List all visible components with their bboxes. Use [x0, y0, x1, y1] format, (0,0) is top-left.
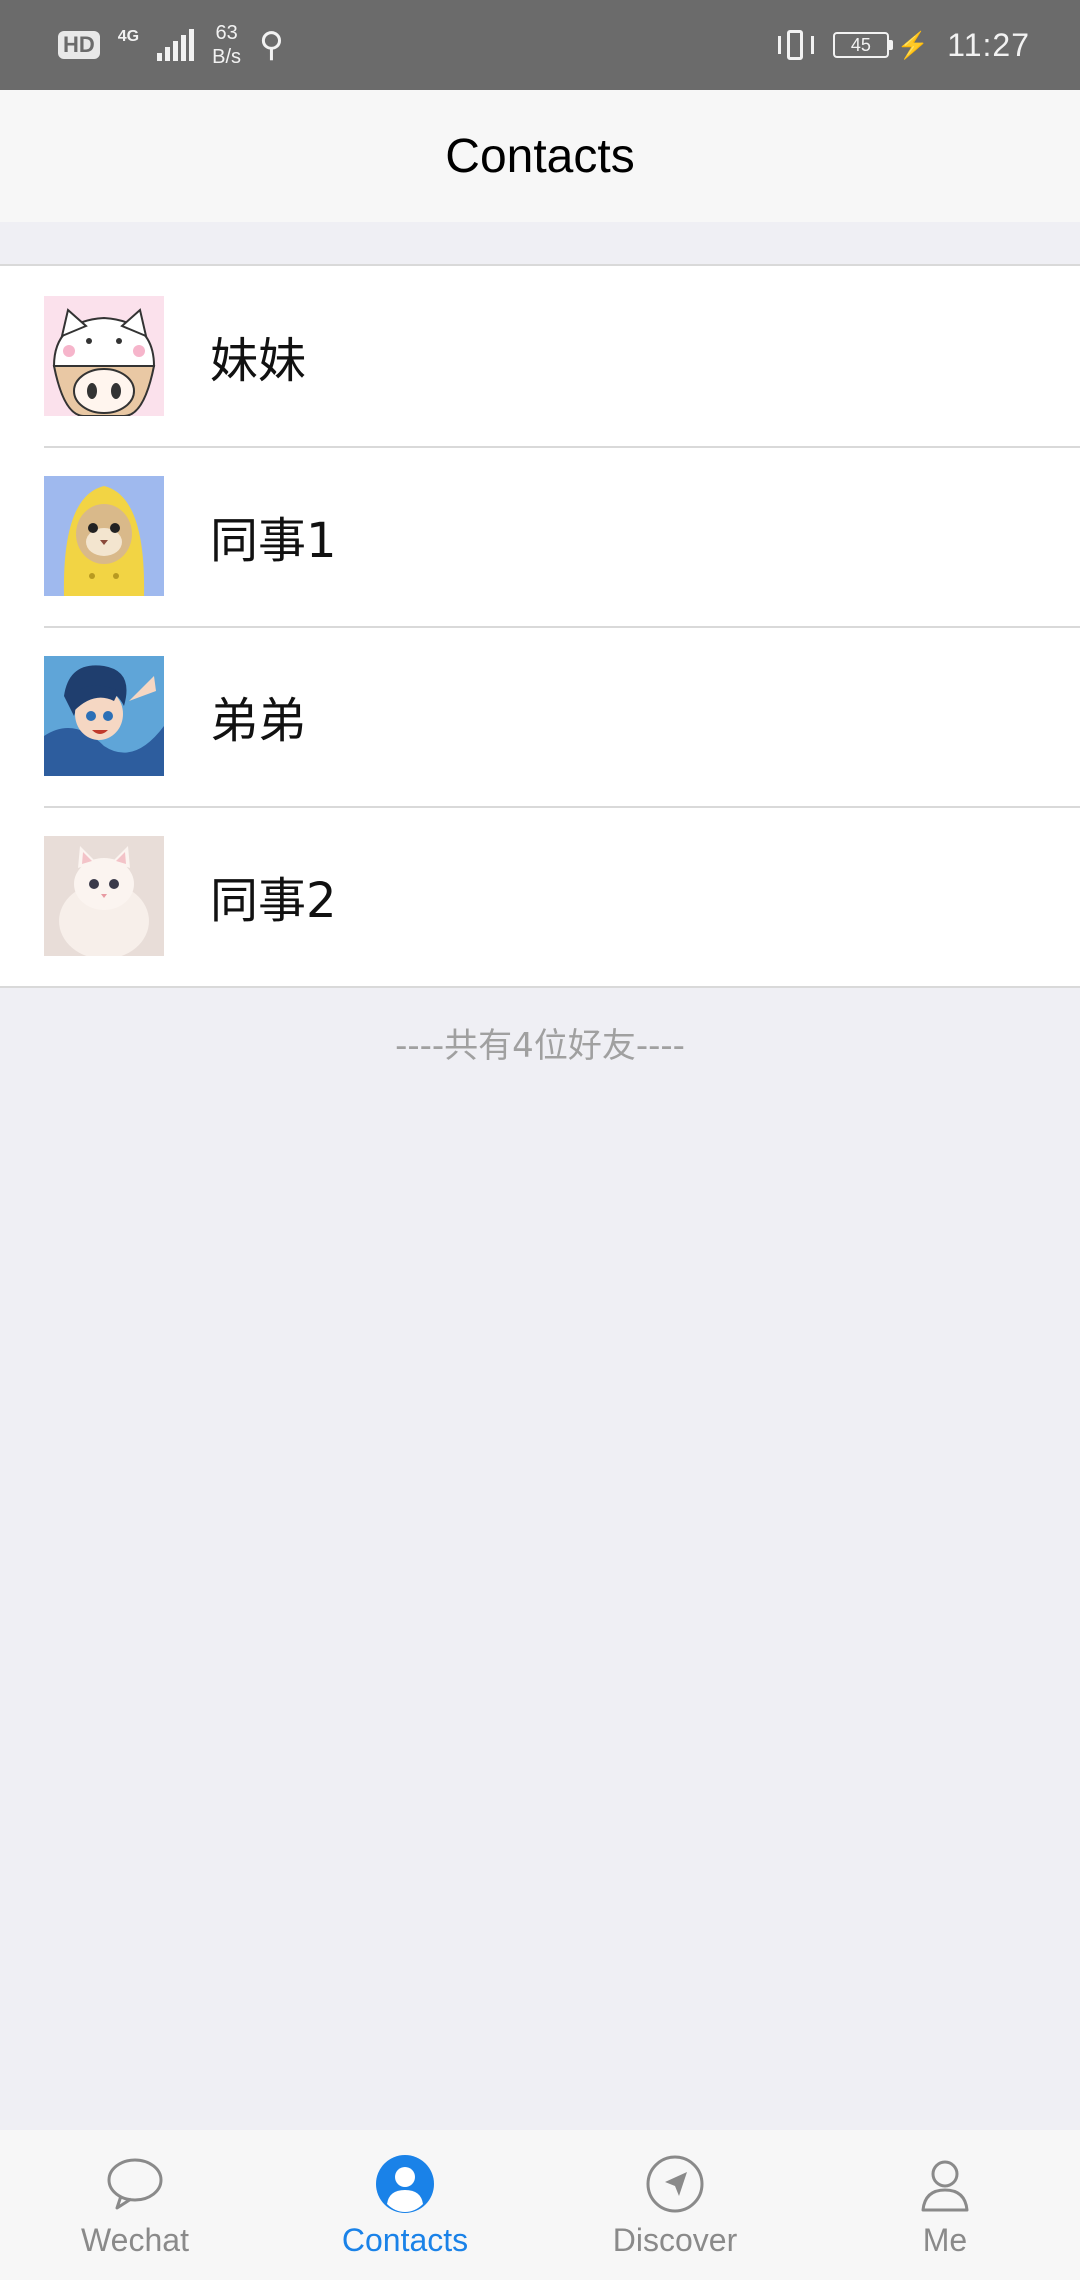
tab-label: Contacts: [341, 2222, 469, 2258]
page-title: Contacts: [445, 129, 635, 183]
battery-icon: 45 ⚡: [832, 29, 930, 61]
avatar: [44, 836, 164, 956]
compass-icon: [646, 2155, 704, 2213]
tab-bar: Wechat Contacts Discover Me: [0, 2130, 1080, 2280]
tab-label: Discover: [612, 2222, 738, 2258]
contact-name: 同事2: [210, 873, 337, 929]
network-speed: 63 B/s: [212, 21, 241, 69]
status-bar: HD 4G 63 B/s ⚲ 45 ⚡ 11:27: [0, 0, 1080, 90]
tab-me[interactable]: Me: [810, 2130, 1080, 2280]
cat-hat-girl-avatar-icon: [44, 296, 164, 416]
friend-count: ----共有4位好友----: [395, 1026, 685, 1066]
anime-boy-avatar-icon: [44, 656, 164, 776]
charging-icon: ⚡: [896, 29, 930, 60]
battery-level: 45: [832, 32, 889, 58]
tab-contacts[interactable]: Contacts: [270, 2130, 540, 2280]
avatar: [44, 296, 164, 416]
contact-row[interactable]: 同事1: [0, 446, 1080, 626]
person-icon: [376, 2155, 434, 2213]
contact-row[interactable]: 弟弟: [0, 626, 1080, 806]
speed-value: 63: [215, 22, 238, 44]
avatar: [44, 656, 164, 776]
speed-unit: B/s: [212, 46, 242, 68]
raincoat-cat-avatar-icon: [44, 476, 164, 596]
avatar: [44, 476, 164, 596]
vibrate-icon: [775, 28, 815, 62]
user-outline-icon: [921, 2160, 969, 2212]
contact-list: 妹妹 同事1 弟弟 同事2: [0, 264, 1080, 988]
contact-row[interactable]: 妹妹: [0, 266, 1080, 446]
tab-discover[interactable]: Discover: [540, 2130, 810, 2280]
contact-row[interactable]: 同事2: [0, 806, 1080, 986]
tab-wechat[interactable]: Wechat: [0, 2130, 270, 2280]
tab-label: Wechat: [81, 2222, 189, 2258]
chat-bubble-icon: [107, 2158, 163, 2210]
contact-name: 妹妹: [210, 333, 307, 389]
white-kitten-avatar-icon: [44, 836, 164, 956]
status-right: 45 ⚡ 11:27: [775, 27, 1030, 64]
hd-badge: HD: [58, 31, 100, 59]
usb-icon: ⚲: [259, 26, 284, 64]
network-type: 4G: [117, 28, 140, 45]
status-left: HD 4G 63 B/s ⚲: [58, 21, 284, 69]
header: Contacts: [0, 90, 1080, 222]
clock: 11:27: [947, 26, 1030, 63]
contact-name: 同事1: [210, 513, 337, 569]
tab-label: Me: [922, 2222, 968, 2258]
signal-icon: [157, 29, 195, 61]
contact-name: 弟弟: [210, 693, 307, 749]
